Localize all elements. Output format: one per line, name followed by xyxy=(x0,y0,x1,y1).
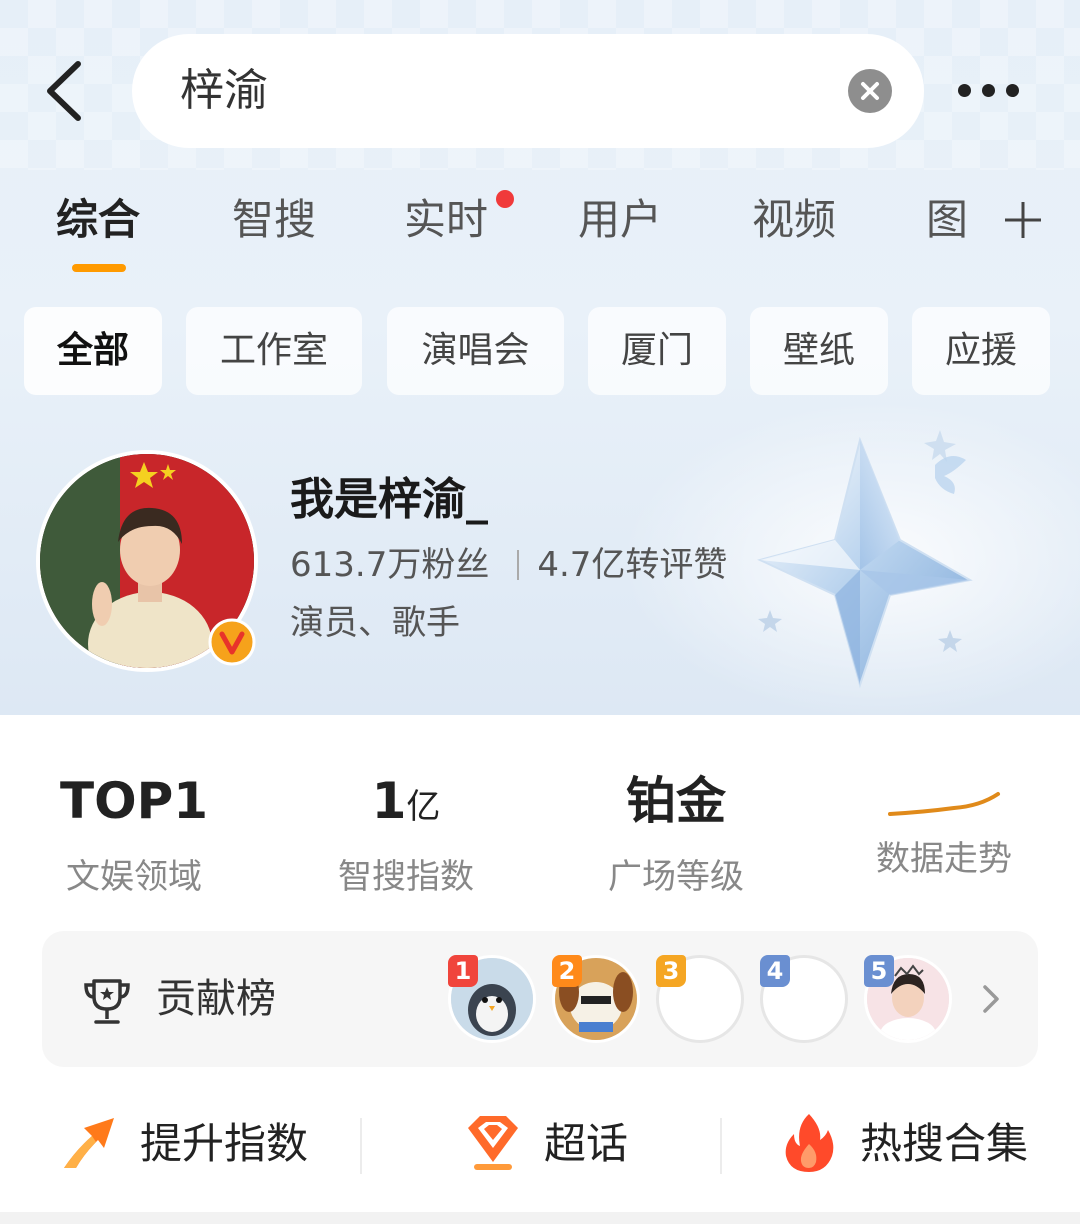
tab-smart-search[interactable]: 智搜 xyxy=(232,190,316,250)
profile-name[interactable]: 我是梓渝_ xyxy=(290,470,488,530)
active-tab-indicator xyxy=(72,264,126,272)
rank-2-badge: 2 xyxy=(552,955,582,987)
super-topic-diamond-icon xyxy=(460,1110,526,1176)
search-input[interactable]: 梓渝 xyxy=(132,34,924,148)
metric-value: TOP1 xyxy=(59,772,209,830)
tab-comprehensive[interactable]: 综合 xyxy=(56,190,140,250)
boost-index-label: 提升指数 xyxy=(140,1119,309,1168)
rank-3-badge: 3 xyxy=(656,955,686,987)
metric-value: 铂金 xyxy=(626,772,726,830)
tab-realtime[interactable]: 实时 xyxy=(404,190,488,250)
hot-search-collection-button[interactable]: 热搜合集 xyxy=(776,1110,1046,1180)
rank-4-badge: 4 xyxy=(760,955,790,987)
boost-index-button[interactable]: 提升指数 xyxy=(56,1110,326,1180)
metric-plaza-level[interactable]: 铂金 广场等级 xyxy=(596,768,756,902)
chevron-left-icon xyxy=(47,61,81,121)
more-dot-icon xyxy=(1006,84,1019,97)
divider xyxy=(360,1118,362,1174)
chip-xiamen[interactable]: 厦门 xyxy=(588,307,726,395)
add-tab-button[interactable] xyxy=(1003,200,1043,240)
metric-data-trend[interactable]: 数据走势 xyxy=(864,768,1024,884)
interactions-count: 4.7亿转评赞 xyxy=(537,545,728,585)
notification-dot xyxy=(496,190,514,208)
contribution-board[interactable]: 贡献榜 1 2 3 4 5 xyxy=(42,931,1038,1067)
bottom-edge xyxy=(0,1212,1080,1224)
rank-5-badge: 5 xyxy=(864,955,894,987)
metric-label: 文娱领域 xyxy=(66,857,202,897)
rank-1-badge: 1 xyxy=(448,955,478,987)
search-query: 梓渝 xyxy=(180,65,268,116)
metric-label: 智搜指数 xyxy=(338,857,474,897)
tab-users[interactable]: 用户 xyxy=(578,190,662,250)
trend-sparkline-icon xyxy=(888,792,1000,816)
more-options-button[interactable] xyxy=(958,78,1038,104)
flame-icon xyxy=(776,1110,842,1176)
fans-count: 613.7万粉丝 xyxy=(290,545,490,585)
metric-label: 广场等级 xyxy=(608,857,744,897)
more-dot-icon xyxy=(958,84,971,97)
divider xyxy=(720,1118,722,1174)
chevron-right-icon xyxy=(976,981,1006,1017)
chip-studio[interactable]: 工作室 xyxy=(186,307,362,395)
more-dot-icon xyxy=(982,84,995,97)
super-topic-button[interactable]: 超话 xyxy=(460,1110,660,1180)
trophy-icon xyxy=(80,975,134,1029)
chip-support[interactable]: 应援 xyxy=(912,307,1050,395)
metric-domain-rank[interactable]: TOP1 文娱领域 xyxy=(54,768,214,902)
chip-wallpaper[interactable]: 壁纸 xyxy=(750,307,888,395)
hot-search-collection-label: 热搜合集 xyxy=(860,1119,1029,1168)
contribution-board-label: 贡献榜 xyxy=(156,976,276,1022)
profile-avatar[interactable] xyxy=(36,450,258,672)
boost-arrow-icon xyxy=(56,1110,122,1176)
chip-concert[interactable]: 演唱会 xyxy=(387,307,564,395)
stats-divider xyxy=(517,550,520,580)
verified-v-icon xyxy=(208,618,256,666)
plus-icon xyxy=(1005,202,1041,238)
clear-search-button[interactable] xyxy=(848,69,892,113)
super-topic-label: 超话 xyxy=(544,1119,629,1168)
close-icon xyxy=(861,82,879,100)
profile-tags: 演员、歌手 xyxy=(290,603,460,643)
metric-search-index[interactable]: 1亿 智搜指数 xyxy=(326,768,486,902)
tab-images[interactable]: 图 xyxy=(926,190,968,250)
profile-stats: 613.7万粉丝 4.7亿转评赞 xyxy=(290,540,727,590)
metric-label: 数据走势 xyxy=(876,839,1012,879)
crystal-star-decoration xyxy=(740,420,1020,700)
back-button[interactable] xyxy=(36,58,96,124)
tab-video[interactable]: 视频 xyxy=(752,190,836,250)
metric-value: 1亿 xyxy=(371,772,441,830)
chip-all[interactable]: 全部 xyxy=(24,307,162,395)
